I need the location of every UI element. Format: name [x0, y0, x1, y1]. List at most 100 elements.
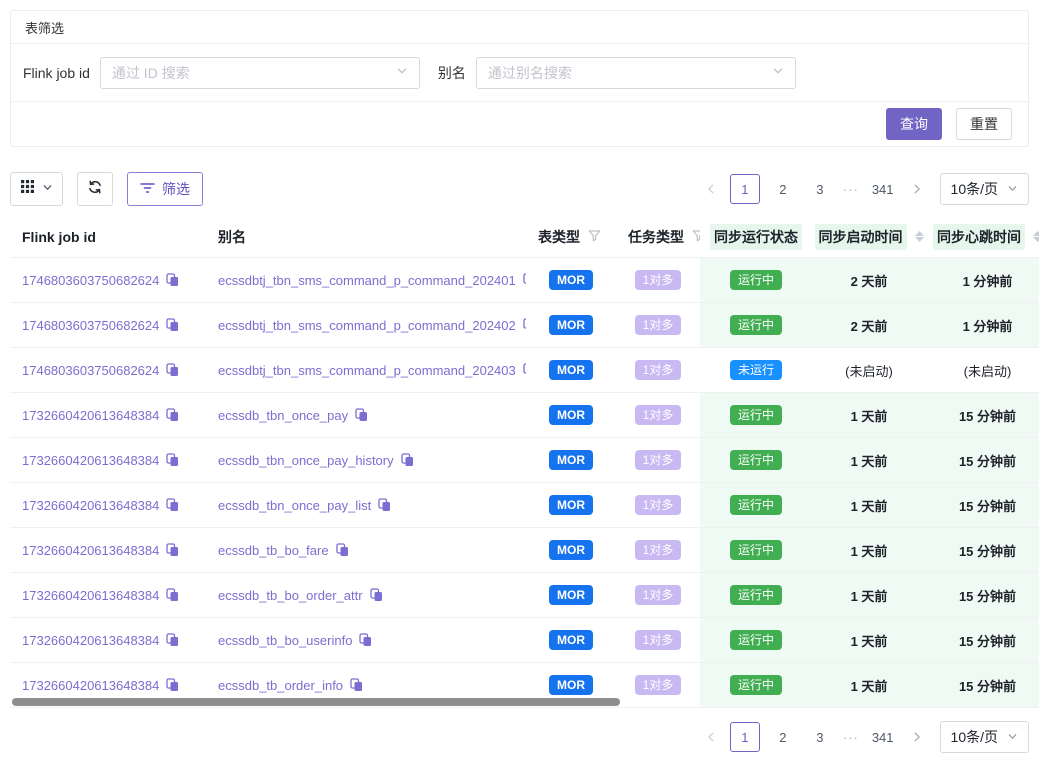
sync-tables-table: Flink job id 别名 表类型 任务类型 同步运行状态 同步启动时间	[10, 216, 1039, 710]
status-badge: 未运行	[730, 360, 782, 380]
pagination-next-button[interactable]	[907, 723, 927, 751]
alias-link[interactable]: ecssdb_tb_bo_fare	[218, 543, 329, 558]
table-row: 1732660420613648384 ecssdb_tbn_once_pay …	[10, 393, 1039, 438]
alias-link[interactable]: ecssdb_tb_bo_userinfo	[218, 633, 352, 648]
alias-link[interactable]: ecssdb_tbn_once_pay_history	[218, 453, 394, 468]
status-badge: 运行中	[730, 675, 782, 695]
table-type-badge: MOR	[549, 585, 593, 605]
copy-icon[interactable]	[336, 543, 349, 557]
job-id-link[interactable]: 1732660420613648384	[22, 588, 159, 603]
table-row: 1732660420613648384 ecssdb_tbn_once_pay_…	[10, 483, 1039, 528]
pagination-page-3[interactable]: 3	[806, 175, 834, 203]
task-type-cell: 1对多	[616, 483, 700, 527]
filter-lines-icon	[140, 181, 155, 197]
alias-link[interactable]: ecssdbtj_tbn_sms_command_p_command_20240…	[218, 273, 516, 288]
copy-icon[interactable]	[166, 498, 179, 512]
pagination-next-button[interactable]	[907, 175, 927, 203]
pagination-prev-button[interactable]	[701, 175, 721, 203]
horizontal-scrollbar-thumb[interactable]	[12, 698, 620, 706]
pagination-prev-button[interactable]	[701, 723, 721, 751]
task-type-cell: 1对多	[616, 348, 700, 392]
column-settings-button[interactable]	[10, 172, 63, 206]
table-type-cell: MOR	[526, 348, 616, 392]
alias-link[interactable]: ecssdbtj_tbn_sms_command_p_command_20240…	[218, 363, 516, 378]
flink-job-id-select[interactable]: 通过 ID 搜索	[100, 57, 420, 89]
pagination-page-1[interactable]: 1	[730, 722, 760, 752]
copy-icon[interactable]	[166, 273, 179, 287]
pagination-page-2[interactable]: 2	[769, 723, 797, 751]
alias-link[interactable]: ecssdb_tb_bo_order_attr	[218, 588, 363, 603]
copy-icon[interactable]	[166, 453, 179, 467]
sorter-icon[interactable]	[915, 231, 924, 242]
table-row: 1746803603750682624 ecssdbtj_tbn_sms_com…	[10, 348, 1039, 393]
table-row: 1746803603750682624 ecssdbtj_tbn_sms_com…	[10, 303, 1039, 348]
alias-cell: ecssdbtj_tbn_sms_command_p_command_20240…	[206, 303, 526, 347]
sync-heartbeat-time-cell: 1 分钟前	[926, 258, 1039, 302]
copy-icon[interactable]	[166, 408, 179, 422]
column-header-sync-status: 同步运行状态	[700, 216, 812, 257]
pagination-page-3[interactable]: 3	[806, 723, 834, 751]
alias-select[interactable]: 通过别名搜索	[476, 57, 796, 89]
sync-heartbeat-time-cell: 15 分钟前	[926, 618, 1039, 662]
status-badge: 运行中	[730, 540, 782, 560]
column-header-flink-job-id: Flink job id	[10, 216, 206, 257]
sync-status-cell: 运行中	[700, 258, 812, 302]
reset-button[interactable]: 重置	[956, 108, 1012, 140]
job-id-link[interactable]: 1732660420613648384	[22, 498, 159, 513]
table-filter-card: 表筛选 Flink job id 通过 ID 搜索 别名 通过别名搜索 查询 重…	[10, 10, 1029, 147]
job-id-link[interactable]: 1732660420613648384	[22, 453, 159, 468]
job-id-cell: 1732660420613648384	[10, 573, 206, 617]
job-id-link[interactable]: 1732660420613648384	[22, 633, 159, 648]
filter-funnel-icon[interactable]	[588, 229, 601, 245]
flink-job-id-label: Flink job id	[23, 65, 90, 81]
job-id-link[interactable]: 1732660420613648384	[22, 678, 159, 693]
copy-icon[interactable]	[166, 318, 179, 332]
sync-heartbeat-time-cell: 15 分钟前	[926, 438, 1039, 482]
job-id-link[interactable]: 1746803603750682624	[22, 318, 159, 333]
task-type-badge: 1对多	[635, 315, 682, 335]
copy-icon[interactable]	[355, 408, 368, 422]
page-size-select[interactable]: 10条/页	[940, 173, 1029, 205]
job-id-link[interactable]: 1732660420613648384	[22, 408, 159, 423]
copy-icon[interactable]	[370, 588, 383, 602]
copy-icon[interactable]	[401, 453, 414, 467]
pagination-page-2[interactable]: 2	[769, 175, 797, 203]
filter-button[interactable]: 筛选	[127, 172, 203, 206]
pagination-ellipsis[interactable]: ···	[843, 730, 859, 745]
pagination-page-341[interactable]: 341	[868, 723, 898, 751]
copy-icon[interactable]	[166, 633, 179, 647]
filter-funnel-icon[interactable]	[692, 229, 700, 245]
alias-link[interactable]: ecssdbtj_tbn_sms_command_p_command_20240…	[218, 318, 516, 333]
table-body: 1746803603750682624 ecssdbtj_tbn_sms_com…	[10, 258, 1039, 708]
copy-icon[interactable]	[166, 588, 179, 602]
copy-icon[interactable]	[166, 678, 179, 692]
chevron-down-icon	[396, 64, 408, 82]
query-button[interactable]: 查询	[886, 108, 942, 140]
pagination-page-1[interactable]: 1	[730, 174, 760, 204]
page-size-select[interactable]: 10条/页	[940, 721, 1029, 753]
sorter-icon[interactable]	[1033, 231, 1039, 242]
task-type-badge: 1对多	[635, 495, 682, 515]
job-id-cell: 1746803603750682624	[10, 303, 206, 347]
job-id-link[interactable]: 1732660420613648384	[22, 543, 159, 558]
copy-icon[interactable]	[378, 498, 391, 512]
job-id-cell: 1732660420613648384	[10, 393, 206, 437]
copy-icon[interactable]	[350, 678, 363, 692]
pagination-ellipsis[interactable]: ···	[843, 182, 859, 197]
pagination-page-341[interactable]: 341	[868, 175, 898, 203]
table-type-badge: MOR	[549, 540, 593, 560]
status-badge: 运行中	[730, 450, 782, 470]
chevron-down-icon	[1007, 729, 1018, 745]
job-id-link[interactable]: 1746803603750682624	[22, 363, 159, 378]
table-toolbar: 筛选 123 ··· 341 10条/页	[10, 171, 1029, 207]
alias-link[interactable]: ecssdb_tb_order_info	[218, 678, 343, 693]
copy-icon[interactable]	[166, 363, 179, 377]
job-id-link[interactable]: 1746803603750682624	[22, 273, 159, 288]
copy-icon[interactable]	[166, 543, 179, 557]
refresh-button[interactable]	[77, 172, 113, 206]
table-type-cell: MOR	[526, 573, 616, 617]
alias-link[interactable]: ecssdb_tbn_once_pay_list	[218, 498, 371, 513]
alias-link[interactable]: ecssdb_tbn_once_pay	[218, 408, 348, 423]
copy-icon[interactable]	[359, 633, 372, 647]
sync-heartbeat-time-cell: 15 分钟前	[926, 393, 1039, 437]
